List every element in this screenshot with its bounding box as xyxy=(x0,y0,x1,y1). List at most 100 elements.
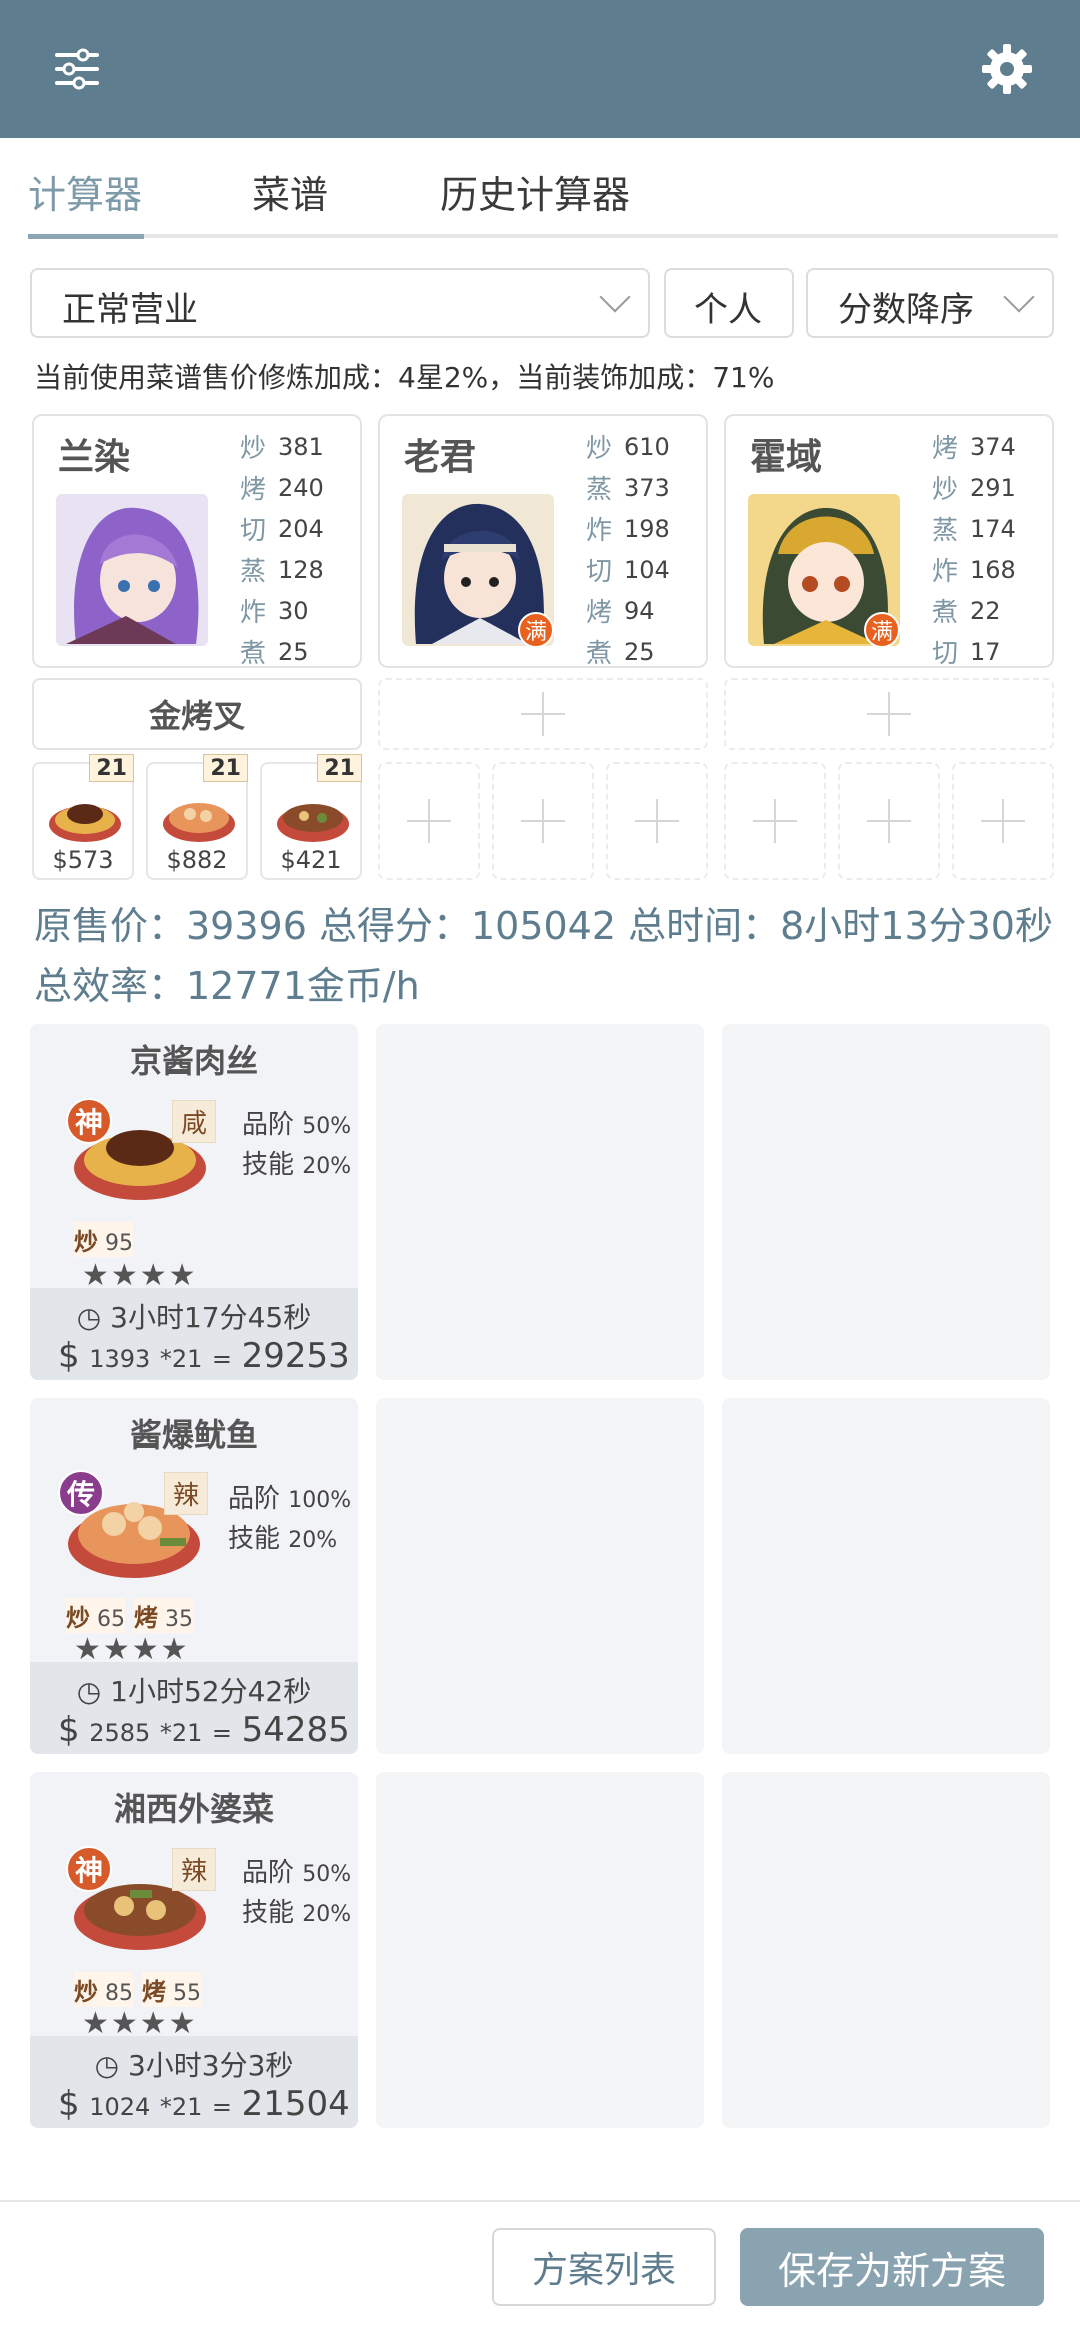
recipe-card-empty[interactable] xyxy=(376,1398,704,1754)
recipe-card[interactable]: 湘西外婆菜 神 辣 品阶 50% 技能 20% 炒 85 烤 55 ★★★★ ◷… xyxy=(30,1772,358,2128)
skill-label: 炸 xyxy=(240,598,267,628)
scope-button[interactable]: 个人 xyxy=(664,268,794,338)
recipe-card-empty[interactable] xyxy=(722,1772,1050,2128)
add-dish-button[interactable] xyxy=(492,762,594,880)
chef-name: 老君 xyxy=(404,437,477,478)
plus-icon xyxy=(753,799,797,843)
skill-value: 168 xyxy=(970,555,1016,584)
gear-icon[interactable] xyxy=(972,34,1042,104)
dish-slot[interactable]: 21 $882 xyxy=(146,754,248,880)
req-value: 85 xyxy=(105,1981,133,2006)
req-value: 55 xyxy=(173,1981,201,2006)
dish-price: $882 xyxy=(166,846,228,874)
add-equipment-button[interactable] xyxy=(378,678,708,750)
skill-label: 蒸 xyxy=(240,557,267,587)
quality-value: 50% xyxy=(302,1114,352,1139)
req-skill: 炒 xyxy=(66,1604,90,1632)
quality-label: 品阶 xyxy=(242,1110,295,1140)
recipe-name: 京酱肉丝 xyxy=(129,1042,258,1080)
add-equipment-button[interactable] xyxy=(724,678,1054,750)
unit-price: 1393 xyxy=(89,1345,151,1373)
unit-price: 2585 xyxy=(89,1719,151,1747)
skill-value: 610 xyxy=(624,432,670,461)
chef-card[interactable]: 兰染 炒 381 烤 240 切 204 蒸 128 炸 30 煮 25 xyxy=(32,414,362,669)
bonus-info-text: 当前使用菜谱售价修炼加成：4星2%，当前装饰加成：71% xyxy=(34,361,775,394)
recipe-name: 湘西外婆菜 xyxy=(113,1790,274,1828)
chef-skills: 炒 381 烤 240 切 204 蒸 128 炸 30 煮 25 xyxy=(240,426,360,672)
dish-price: $421 xyxy=(280,846,342,874)
recipe-card-empty[interactable] xyxy=(376,1772,704,2128)
taste-badge: 咸 xyxy=(172,1100,217,1143)
req-value: 65 xyxy=(97,1607,125,1632)
recipe-bonus: 品阶 100% 技能 20% xyxy=(228,1480,351,1560)
skill-value: 94 xyxy=(624,596,655,625)
skill-requirement: 炒 85 xyxy=(74,1972,133,2007)
skill-requirement: 炒 95 xyxy=(74,1222,133,1257)
skill-label: 烤 xyxy=(932,434,959,464)
skill-value: 25 xyxy=(624,637,655,666)
skill-label: 切 xyxy=(586,557,613,587)
sliders-icon[interactable] xyxy=(42,34,112,104)
dish-slot[interactable]: 21 $421 xyxy=(260,754,362,880)
recipe-bonus: 品阶 50% 技能 20% xyxy=(242,1106,351,1186)
skill-value: 17 xyxy=(970,637,1001,666)
recipe-earnings: $ 1024 *21 = 21504 xyxy=(58,2084,350,2124)
skill-value: 381 xyxy=(278,432,324,461)
skill-label: 炒 xyxy=(932,475,959,505)
dish-slot[interactable]: 21 $573 xyxy=(32,754,134,880)
max-badge: 满 xyxy=(864,612,900,648)
sort-select-value: 分数降序 xyxy=(838,290,974,330)
multiplier: *21 xyxy=(159,1719,203,1747)
skill-label: 切 xyxy=(932,639,959,669)
add-dish-button[interactable] xyxy=(606,762,708,880)
skill-label: 技能 xyxy=(242,1150,295,1180)
tab-history[interactable]: 历史计算器 xyxy=(440,164,630,219)
sort-select[interactable]: 分数降序 xyxy=(806,268,1054,338)
plus-icon xyxy=(867,799,911,843)
recipe-name: 酱爆鱿鱼 xyxy=(129,1416,258,1454)
scope-value: 个人 xyxy=(694,290,762,330)
skill-label: 蒸 xyxy=(932,516,959,546)
recipe-card-empty[interactable] xyxy=(376,1024,704,1380)
recipe-card-empty[interactable] xyxy=(722,1024,1050,1380)
tab-calculator[interactable]: 计算器 xyxy=(28,164,142,219)
skill-label: 技能 xyxy=(228,1524,281,1554)
skill-requirement: 烤 35 xyxy=(134,1598,193,1633)
recipe-earnings: $ 2585 *21 = 54285 xyxy=(58,1710,350,1750)
dish-price: $573 xyxy=(52,846,114,874)
recipe-card[interactable]: 京酱肉丝 神 咸 品阶 50% 技能 20% 炒 95 ★★★★ ◷ 3小时17… xyxy=(30,1024,358,1380)
skill-label: 煮 xyxy=(932,598,959,628)
plan-list-button[interactable]: 方案列表 xyxy=(492,2228,716,2306)
save-new-plan-button[interactable]: 保存为新方案 xyxy=(740,2228,1044,2306)
req-skill: 炒 xyxy=(74,1228,98,1256)
skill-requirement: 烤 55 xyxy=(142,1972,201,2007)
quality-value: 50% xyxy=(302,1862,352,1887)
dish-count-badge: 21 xyxy=(317,754,362,782)
rarity-badge: 传 xyxy=(58,1470,104,1516)
add-dish-button[interactable] xyxy=(952,762,1054,880)
mode-select[interactable]: 正常营业 xyxy=(30,268,650,338)
top-app-bar xyxy=(0,0,1080,138)
recipe-footer: ◷ 1小时52分42秒 $ 2585 *21 = 54285 xyxy=(30,1662,358,1754)
add-dish-button[interactable] xyxy=(724,762,826,880)
skill-label: 烤 xyxy=(240,475,267,505)
equipment-slot[interactable]: 金烤叉 xyxy=(32,678,362,750)
skill-value: 291 xyxy=(970,473,1016,502)
chef-card[interactable]: 老君 满 炒 610 蒸 373 炸 198 切 104 烤 94 煮 25 xyxy=(378,414,708,669)
skill-label: 切 xyxy=(240,516,267,546)
recipe-card[interactable]: 酱爆鱿鱼 传 辣 品阶 100% 技能 20% 炒 65 烤 35 ★★★★ ◷… xyxy=(30,1398,358,1754)
quality-label: 品阶 xyxy=(242,1858,295,1888)
plus-icon xyxy=(867,692,911,736)
recipe-earnings: $ 1393 *21 = 29253 xyxy=(58,1336,350,1376)
skill-label: 烤 xyxy=(586,598,613,628)
recipe-card-empty[interactable] xyxy=(722,1398,1050,1754)
tab-recipes[interactable]: 菜谱 xyxy=(252,164,328,219)
add-dish-button[interactable] xyxy=(838,762,940,880)
skill-value: 204 xyxy=(278,514,324,543)
req-skill: 烤 xyxy=(142,1978,166,2006)
skill-label: 炸 xyxy=(932,557,959,587)
chef-card[interactable]: 霍域 满 烤 374 炒 291 蒸 174 炸 168 煮 22 切 17 xyxy=(724,414,1054,669)
total-price: 21504 xyxy=(241,2084,350,2124)
mode-select-value: 正常营业 xyxy=(62,290,198,330)
add-dish-button[interactable] xyxy=(378,762,480,880)
